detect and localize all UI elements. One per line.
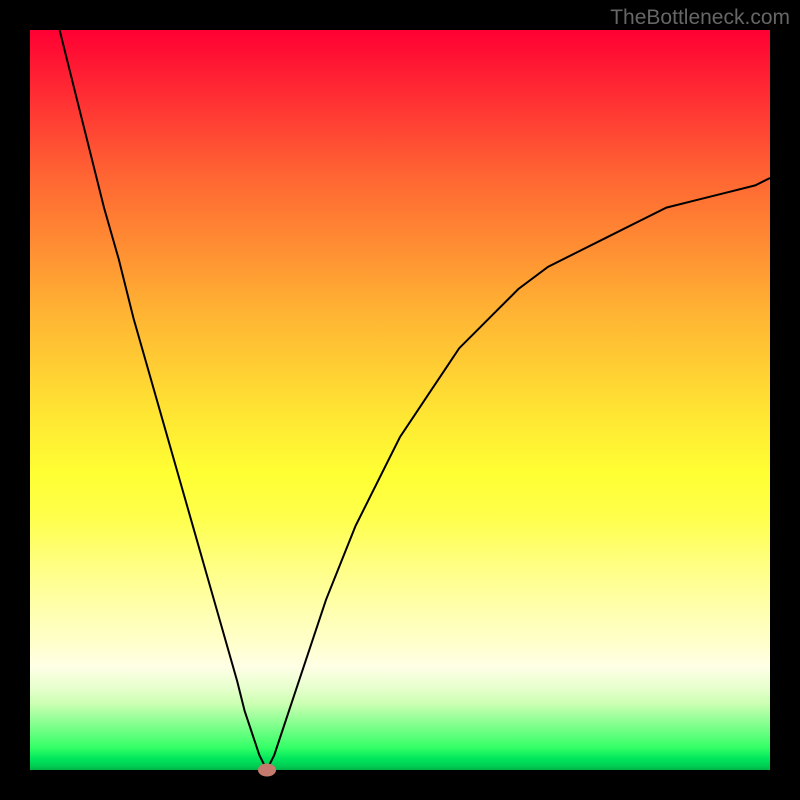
watermark-text: TheBottleneck.com (610, 6, 790, 30)
curve-plot (30, 30, 770, 770)
bottleneck-curve-line (60, 30, 770, 770)
bottleneck-chart (30, 30, 770, 770)
optimal-point-marker (258, 764, 276, 777)
